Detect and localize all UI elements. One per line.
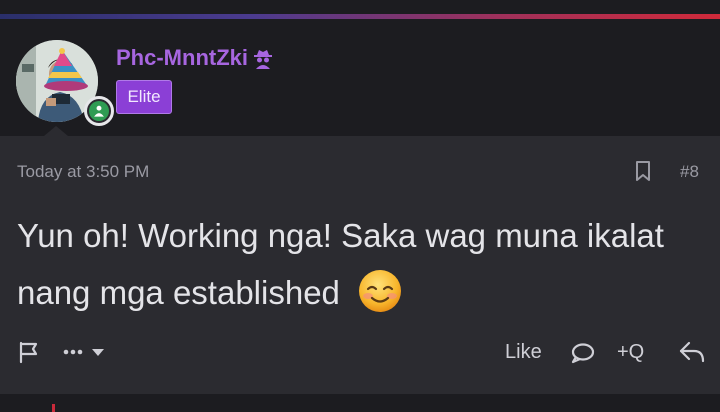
bookmark-icon[interactable] [634,160,652,182]
badge-label: Elite [127,87,161,106]
post-number-link[interactable]: #8 [680,162,699,182]
multi-quote-button[interactable]: +Q [617,341,644,364]
smiling-face-emoji [357,268,403,314]
post-timestamp[interactable]: Today at 3:50 PM [17,162,149,182]
author-avatar[interactable] [16,40,114,126]
quote-label[interactable]: +Q [617,341,644,364]
author-username-text[interactable]: Phc-MnntZki [116,45,248,71]
flag-icon[interactable] [17,340,41,364]
like-button[interactable]: Like [505,341,542,364]
party-hat-icon [42,48,94,94]
spy-icon [252,47,274,69]
next-post-marker [52,404,55,412]
online-status-icon [84,96,114,126]
post-caret [44,126,68,136]
like-label[interactable]: Like [505,341,542,364]
more-options-icon[interactable] [62,340,108,364]
author-username[interactable]: Phc-MnntZki [116,45,274,71]
decorative-stripe [0,14,720,19]
post-message-text: Yun oh! Working nga! Saka wag muna ikala… [17,217,664,311]
user-title-badge: Elite [116,80,172,114]
thread-post-page: Phc-MnntZki Elite Today at 3:50 PM #8 Yu… [0,0,720,412]
post-message: Yun oh! Working nga! Saka wag muna ikala… [17,207,707,321]
next-post-edge [0,394,720,412]
reply-icon[interactable] [678,339,706,365]
comment-icon[interactable] [570,341,596,365]
